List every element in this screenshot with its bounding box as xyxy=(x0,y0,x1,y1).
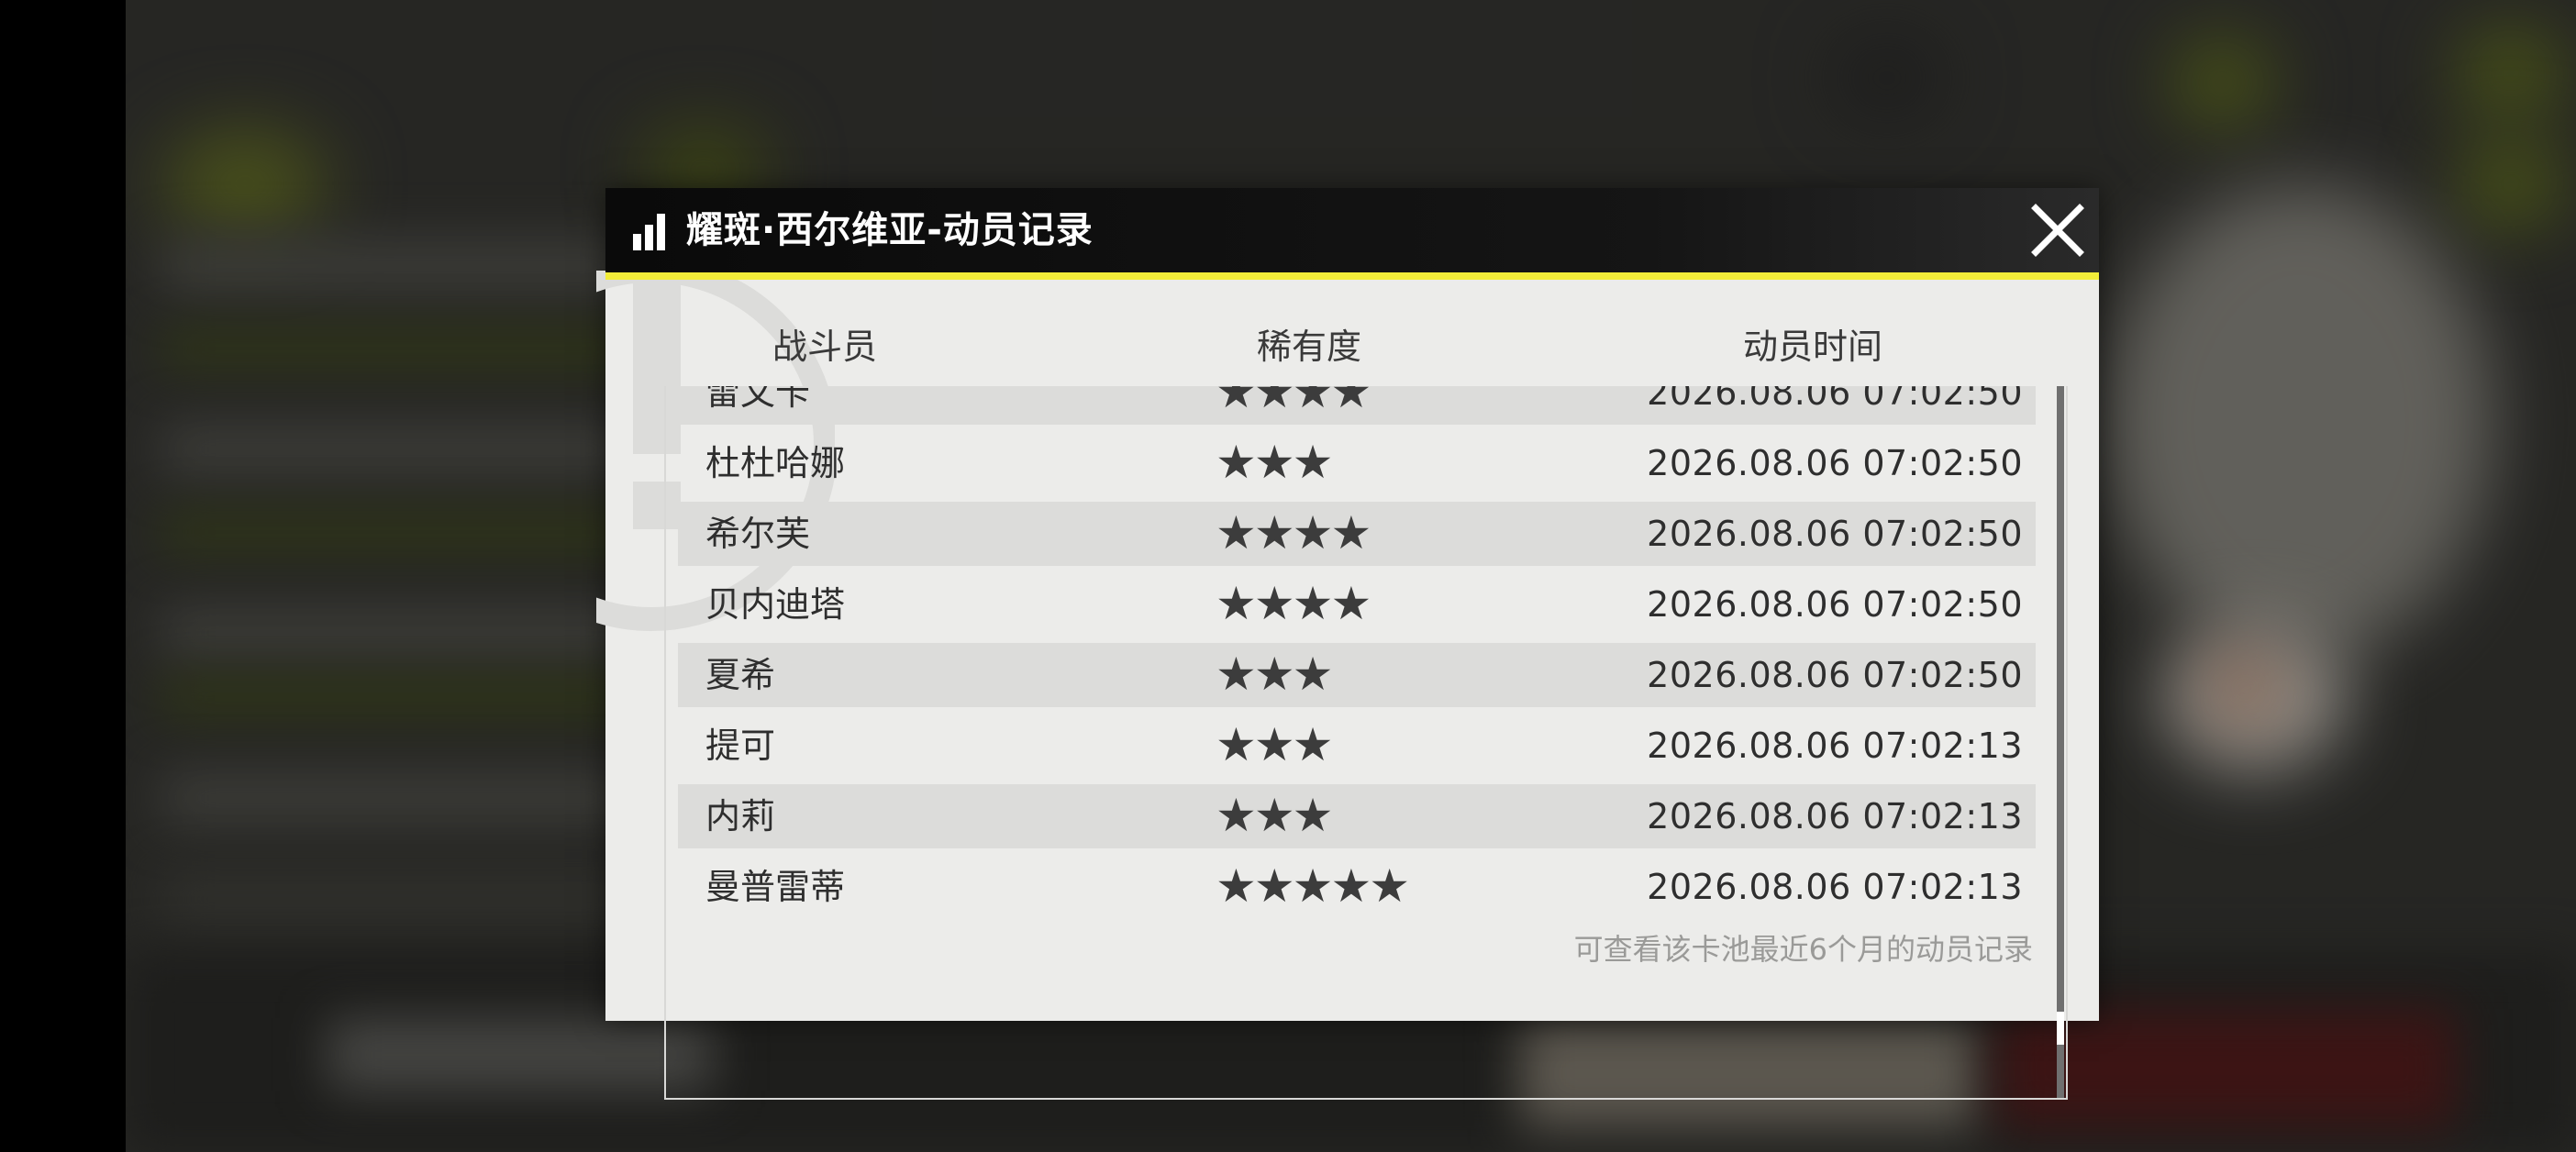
operator-name: 贝内迪塔 xyxy=(705,584,846,625)
rarity-stars: ★★★★ xyxy=(1216,506,1371,559)
recruit-time: 2026.08.06 07:02:13 xyxy=(1647,796,2023,836)
scrollbar-track[interactable] xyxy=(2057,386,2064,1098)
column-header-time: 动员时间 xyxy=(1743,327,1883,367)
record-list[interactable]: 雷文卡 ★★★★ 2026.08.06 07:02:50 杜杜哈娜 ★★★ 20… xyxy=(664,386,2068,1100)
list-item: 贝内迪塔 ★★★★ 2026.08.06 07:02:50 xyxy=(678,572,2036,637)
operator-name: 提可 xyxy=(705,726,776,766)
dialog-header: 耀斑·西尔维亚-动员记录 xyxy=(605,188,2099,280)
operator-name: 夏希 xyxy=(705,655,776,695)
rarity-stars: ★★★★ xyxy=(1216,577,1371,630)
recruit-time: 2026.08.06 07:02:50 xyxy=(1647,655,2023,695)
record-period-note: 可查看该卡池最近6个月的动员记录 xyxy=(1573,932,2033,967)
operator-name: 希尔芙 xyxy=(705,514,811,554)
left-black-bar xyxy=(0,0,126,1152)
recruit-time: 2026.08.06 07:02:13 xyxy=(1647,726,2023,766)
rarity-stars: ★★★ xyxy=(1216,436,1333,489)
list-item: 夏希 ★★★ 2026.08.06 07:02:50 xyxy=(678,643,2036,707)
rarity-stars: ★★★ xyxy=(1216,789,1333,842)
list-item: 雷文卡 ★★★★ 2026.08.06 07:02:50 xyxy=(678,386,2036,425)
close-icon xyxy=(2031,204,2084,257)
operator-name: 内莉 xyxy=(705,796,776,836)
column-header-operator: 战斗员 xyxy=(772,327,878,367)
dialog-title: 耀斑·西尔维亚-动员记录 xyxy=(686,209,1094,251)
operator-name: 杜杜哈娜 xyxy=(705,443,846,483)
list-item: 曼普雷蒂 ★★★★★ 2026.08.06 07:02:13 xyxy=(678,855,2036,919)
operator-name: 雷文卡 xyxy=(705,386,811,413)
header-accent-line xyxy=(605,272,2099,280)
close-button[interactable] xyxy=(2023,195,2093,265)
recruit-time: 2026.08.06 07:02:50 xyxy=(1647,584,2023,625)
screen: 耀斑·西尔维亚-动员记录 战斗员 稀有度 动员时间 雷文卡 ★★★★ 2026.… xyxy=(0,0,2576,1152)
rarity-stars: ★★★ xyxy=(1216,718,1333,771)
list-item: 杜杜哈娜 ★★★ 2026.08.06 07:02:50 xyxy=(678,431,2036,495)
recruit-time: 2026.08.06 07:02:50 xyxy=(1647,514,2023,554)
rarity-stars: ★★★★ xyxy=(1216,386,1371,418)
column-header-rarity: 稀有度 xyxy=(1257,327,1362,367)
rarity-stars: ★★★★★ xyxy=(1216,859,1410,913)
recruit-time: 2026.08.06 07:02:13 xyxy=(1647,867,2023,907)
recruit-record-dialog: 耀斑·西尔维亚-动员记录 战斗员 稀有度 动员时间 雷文卡 ★★★★ 2026.… xyxy=(596,188,2099,1100)
bar-chart-icon xyxy=(633,214,666,250)
recruit-time: 2026.08.06 07:02:50 xyxy=(1647,443,2023,483)
list-item: 希尔芙 ★★★★ 2026.08.06 07:02:50 xyxy=(678,502,2036,566)
operator-name: 曼普雷蒂 xyxy=(705,867,846,907)
scrollbar-thumb[interactable] xyxy=(2057,1012,2064,1045)
list-item: 提可 ★★★ 2026.08.06 07:02:13 xyxy=(678,714,2036,778)
list-item: 内莉 ★★★ 2026.08.06 07:02:13 xyxy=(678,784,2036,848)
recruit-time: 2026.08.06 07:02:50 xyxy=(1647,386,2023,413)
rarity-stars: ★★★ xyxy=(1216,648,1333,701)
